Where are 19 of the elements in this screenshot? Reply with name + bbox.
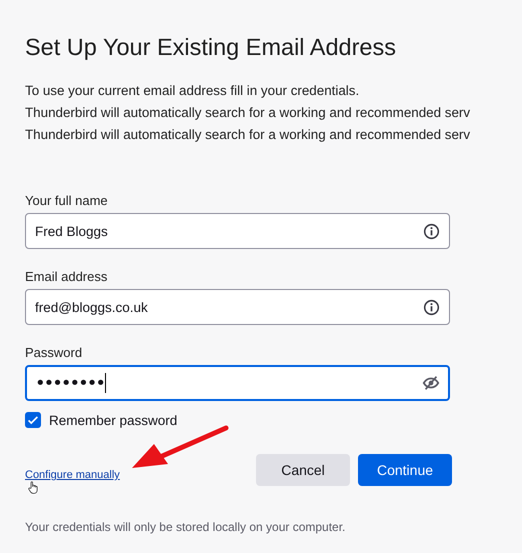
intro-text: Thunderbird will automatically search for a working and recommended serv <box>25 126 472 144</box>
cancel-button[interactable]: Cancel <box>256 454 350 486</box>
info-icon[interactable] <box>423 222 440 240</box>
page-title: Set Up Your Existing Email Address <box>25 33 397 62</box>
checkbox[interactable] <box>25 412 41 428</box>
info-icon[interactable] <box>423 298 440 316</box>
intro-text: To use your current email address fill in your credentials. <box>25 82 360 100</box>
field-label: Email address <box>25 269 108 285</box>
input-field[interactable]: fred@bloggs.co.uk <box>25 289 450 325</box>
input-field[interactable]: Fred Bloggs <box>25 213 450 249</box>
note-text: Your credentials will only be stored locally on your computer. <box>25 520 346 534</box>
eye-slash-icon[interactable] <box>422 374 440 392</box>
intro-text: Thunderbird will automatically search for a working and recommended serv <box>25 104 472 122</box>
password-field[interactable]: •••••••• <box>25 365 450 401</box>
continue-button[interactable]: Continue <box>358 454 452 486</box>
field-label: Your full name <box>25 193 109 209</box>
field-label: Password <box>25 345 84 361</box>
configure-link[interactable]: Configure manually <box>25 469 120 481</box>
checkbox-label[interactable]: Remember password <box>49 412 178 428</box>
